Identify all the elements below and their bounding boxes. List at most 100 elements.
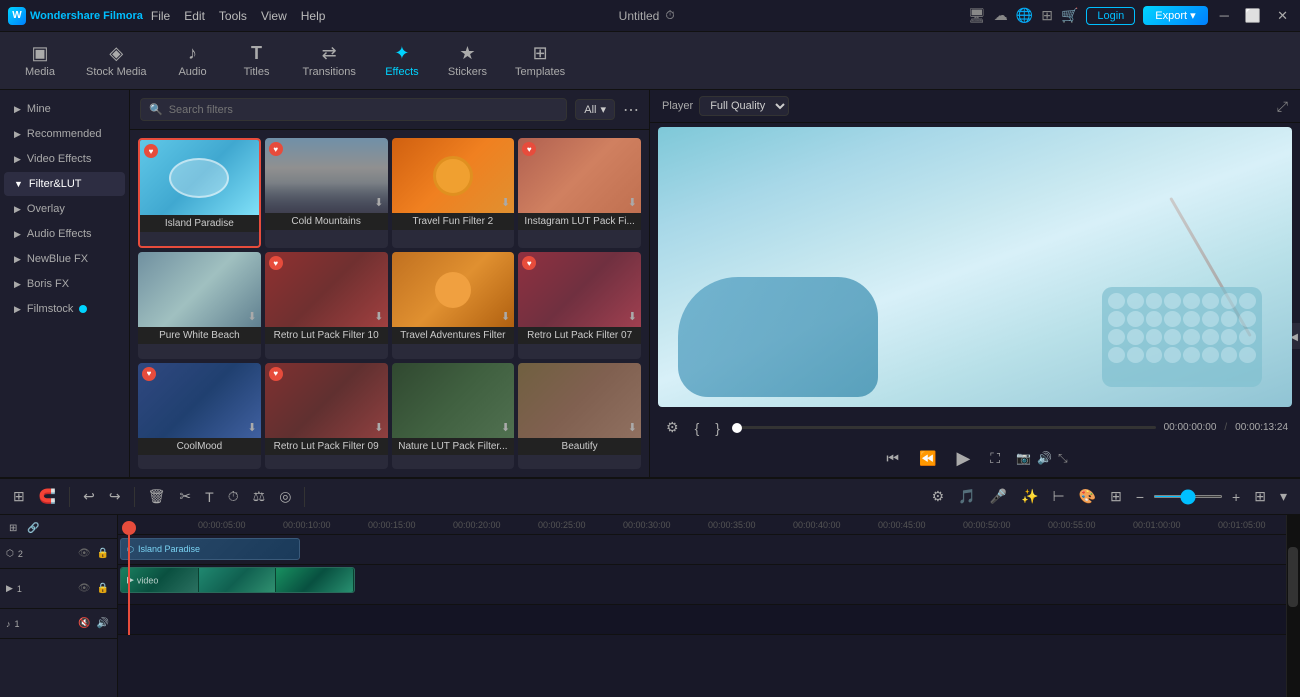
- track-header-video: ▶ 1 👁 🔒: [0, 569, 117, 609]
- track-eye-button[interactable]: 👁: [76, 582, 93, 595]
- tool-stickers[interactable]: ★ Stickers: [436, 39, 499, 82]
- playhead[interactable]: [128, 535, 130, 635]
- effect-card-travel-adventures[interactable]: ⬇ Travel Adventures Filter: [392, 252, 515, 358]
- scrollbar-thumb[interactable]: [1288, 547, 1298, 607]
- effect-card-coolmood[interactable]: ♥ ⬇ CoolMood: [138, 363, 261, 469]
- menu-help[interactable]: Help: [301, 9, 326, 23]
- tool-audio[interactable]: ♪ Audio: [163, 39, 223, 82]
- tool-effects[interactable]: ✦ Effects: [372, 39, 432, 82]
- track-mute-button[interactable]: 🔇: [76, 617, 92, 630]
- video-clip[interactable]: ▶ video: [120, 567, 355, 593]
- magnetic-snap-button[interactable]: 🧲: [34, 485, 61, 508]
- adjust-button[interactable]: ⚖: [248, 485, 271, 508]
- effect-card-instagram-lut[interactable]: ♥ ⬇ Instagram LUT Pack Fi...: [518, 138, 641, 248]
- sidebar-filmstock-label: Filmstock: [27, 303, 73, 315]
- menu-view[interactable]: View: [261, 9, 287, 23]
- preview-expand-icon[interactable]: ⤢: [1277, 98, 1288, 115]
- effect-card-beautify[interactable]: ⬇ Beautify: [518, 363, 641, 469]
- motion-button[interactable]: ◎: [274, 485, 296, 508]
- delete-button[interactable]: 🗑: [143, 485, 171, 508]
- sidebar-item-filter-lut[interactable]: ▼ Filter&LUT: [4, 172, 125, 196]
- effect-card-cold-mountains[interactable]: ♥ ⬇ Cold Mountains: [265, 138, 388, 248]
- sidebar-item-newblue-fx[interactable]: ▶ NewBlue FX: [4, 247, 125, 271]
- text-button[interactable]: T: [200, 486, 219, 508]
- effect-card-nature-lut[interactable]: ⬇ Nature LUT Pack Filter...: [392, 363, 515, 469]
- menu-tools[interactable]: Tools: [219, 9, 247, 23]
- sidebar-item-overlay[interactable]: ▶ Overlay: [4, 197, 125, 221]
- quality-dropdown[interactable]: Full Quality 1/2 Quality 1/4 Quality: [699, 96, 789, 116]
- sidebar-item-filmstock[interactable]: ▶ Filmstock: [4, 297, 125, 321]
- mark-out-button[interactable]: }: [711, 418, 724, 438]
- insert-button[interactable]: ⊞: [1105, 485, 1127, 508]
- more-button[interactable]: ▾: [1275, 485, 1292, 508]
- sidebar-item-mine[interactable]: ▶ Mine: [4, 97, 125, 121]
- add-video-track-button[interactable]: ⊞: [4, 520, 22, 537]
- mark-in-button[interactable]: {: [691, 418, 704, 438]
- timeline-tracks-area[interactable]: 00:00:05:00 00:00:10:00 00:00:15:00 00:0…: [118, 515, 1286, 697]
- timeline-scrollbar[interactable]: [1286, 515, 1300, 697]
- link-tracks-button[interactable]: 🔗: [22, 520, 44, 537]
- track-volume-button[interactable]: 🔊: [95, 617, 111, 630]
- sidebar-item-recommended[interactable]: ▶ Recommended: [4, 122, 125, 146]
- step-back-button[interactable]: ⏪: [915, 448, 940, 469]
- play-button[interactable]: ▶: [952, 446, 974, 471]
- zoom-out-button[interactable]: −: [1131, 486, 1149, 508]
- split-button[interactable]: ⊢: [1047, 485, 1069, 508]
- sidebar-item-boris-fx[interactable]: ▶ Boris FX: [4, 272, 125, 296]
- scene-detect-button[interactable]: ⊞: [8, 485, 30, 508]
- sidebar-arrow: ▶: [14, 129, 21, 140]
- snapshot-button[interactable]: 📷: [1016, 451, 1031, 466]
- login-button[interactable]: Login: [1086, 7, 1135, 25]
- playhead-handle: [122, 521, 136, 535]
- prev-frame-button[interactable]: ⏮: [882, 448, 903, 469]
- undo-button[interactable]: ↩: [78, 485, 100, 508]
- audio-settings-button[interactable]: 🎵: [953, 485, 980, 508]
- minimize-button[interactable]: ─: [1216, 8, 1233, 23]
- redo-button[interactable]: ↪: [104, 485, 126, 508]
- track-lock-button[interactable]: 🔒: [95, 547, 111, 560]
- fullscreen-button[interactable]: ⛶: [986, 448, 1004, 469]
- progress-bar[interactable]: [732, 426, 1156, 429]
- tool-titles[interactable]: T Titles: [227, 39, 287, 82]
- zoom-slider[interactable]: [1153, 495, 1223, 498]
- track-type-icon: ⬡: [6, 548, 14, 559]
- sidebar-item-audio-effects[interactable]: ▶ Audio Effects: [4, 222, 125, 246]
- menu-edit[interactable]: Edit: [184, 9, 205, 23]
- search-box[interactable]: 🔍: [140, 98, 567, 121]
- cut-button[interactable]: ✂: [174, 485, 196, 508]
- more-options-button[interactable]: ⋯: [623, 100, 639, 120]
- playhead-dot: [732, 423, 742, 433]
- effect-card-retro-lut-10[interactable]: ♥ ⬇ Retro Lut Pack Filter 10: [265, 252, 388, 358]
- search-input[interactable]: [169, 104, 559, 116]
- tool-media[interactable]: ▣ Media: [10, 39, 70, 82]
- settings-button[interactable]: ⚙: [927, 485, 950, 508]
- grid-view-button[interactable]: ⊞: [1249, 485, 1271, 508]
- zoom-fit-button[interactable]: ⤡: [1058, 451, 1068, 466]
- close-button[interactable]: ✕: [1273, 8, 1292, 24]
- tool-transitions[interactable]: ⇄ Transitions: [291, 39, 368, 82]
- tool-templates[interactable]: ⊞ Templates: [503, 39, 577, 82]
- volume-button[interactable]: 🔊: [1037, 451, 1052, 466]
- sidebar-item-video-effects[interactable]: ▶ Video Effects: [4, 147, 125, 171]
- zoom-in-button[interactable]: +: [1227, 486, 1245, 508]
- app-logo: W Wondershare Filmora: [8, 7, 143, 25]
- effect-card-retro-lut-07[interactable]: ♥ ⬇ Retro Lut Pack Filter 07: [518, 252, 641, 358]
- tool-stock-media[interactable]: ◈ Stock Media: [74, 39, 159, 82]
- maximize-button[interactable]: ⬜: [1241, 8, 1265, 24]
- menu-file[interactable]: File: [151, 9, 170, 23]
- effect-card-island-paradise[interactable]: ♥ Island Paradise: [138, 138, 261, 248]
- effect-card-pure-white-beach[interactable]: ⬇ Pure White Beach: [138, 252, 261, 358]
- duration-button[interactable]: ⏱: [223, 485, 244, 508]
- mic-button[interactable]: 🎤: [985, 485, 1012, 508]
- color-button[interactable]: 🎨: [1074, 485, 1101, 508]
- track-eye-button[interactable]: 👁: [76, 547, 93, 560]
- effect-card-retro-lut-09[interactable]: ♥ ⬇ Retro Lut Pack Filter 09: [265, 363, 388, 469]
- effects-settings-button[interactable]: ✨: [1016, 485, 1043, 508]
- effects-icon: ✦: [394, 43, 409, 64]
- effect-clip-island-paradise[interactable]: ⬡ Island Paradise: [120, 538, 300, 560]
- effect-card-travel-fun-2[interactable]: ⬇ Travel Fun Filter 2: [392, 138, 515, 248]
- playback-settings-button[interactable]: ⚙: [662, 417, 683, 438]
- track-lock-button[interactable]: 🔒: [95, 582, 111, 595]
- export-button[interactable]: Export ▾: [1143, 6, 1207, 25]
- filter-dropdown[interactable]: All ▾: [575, 99, 615, 120]
